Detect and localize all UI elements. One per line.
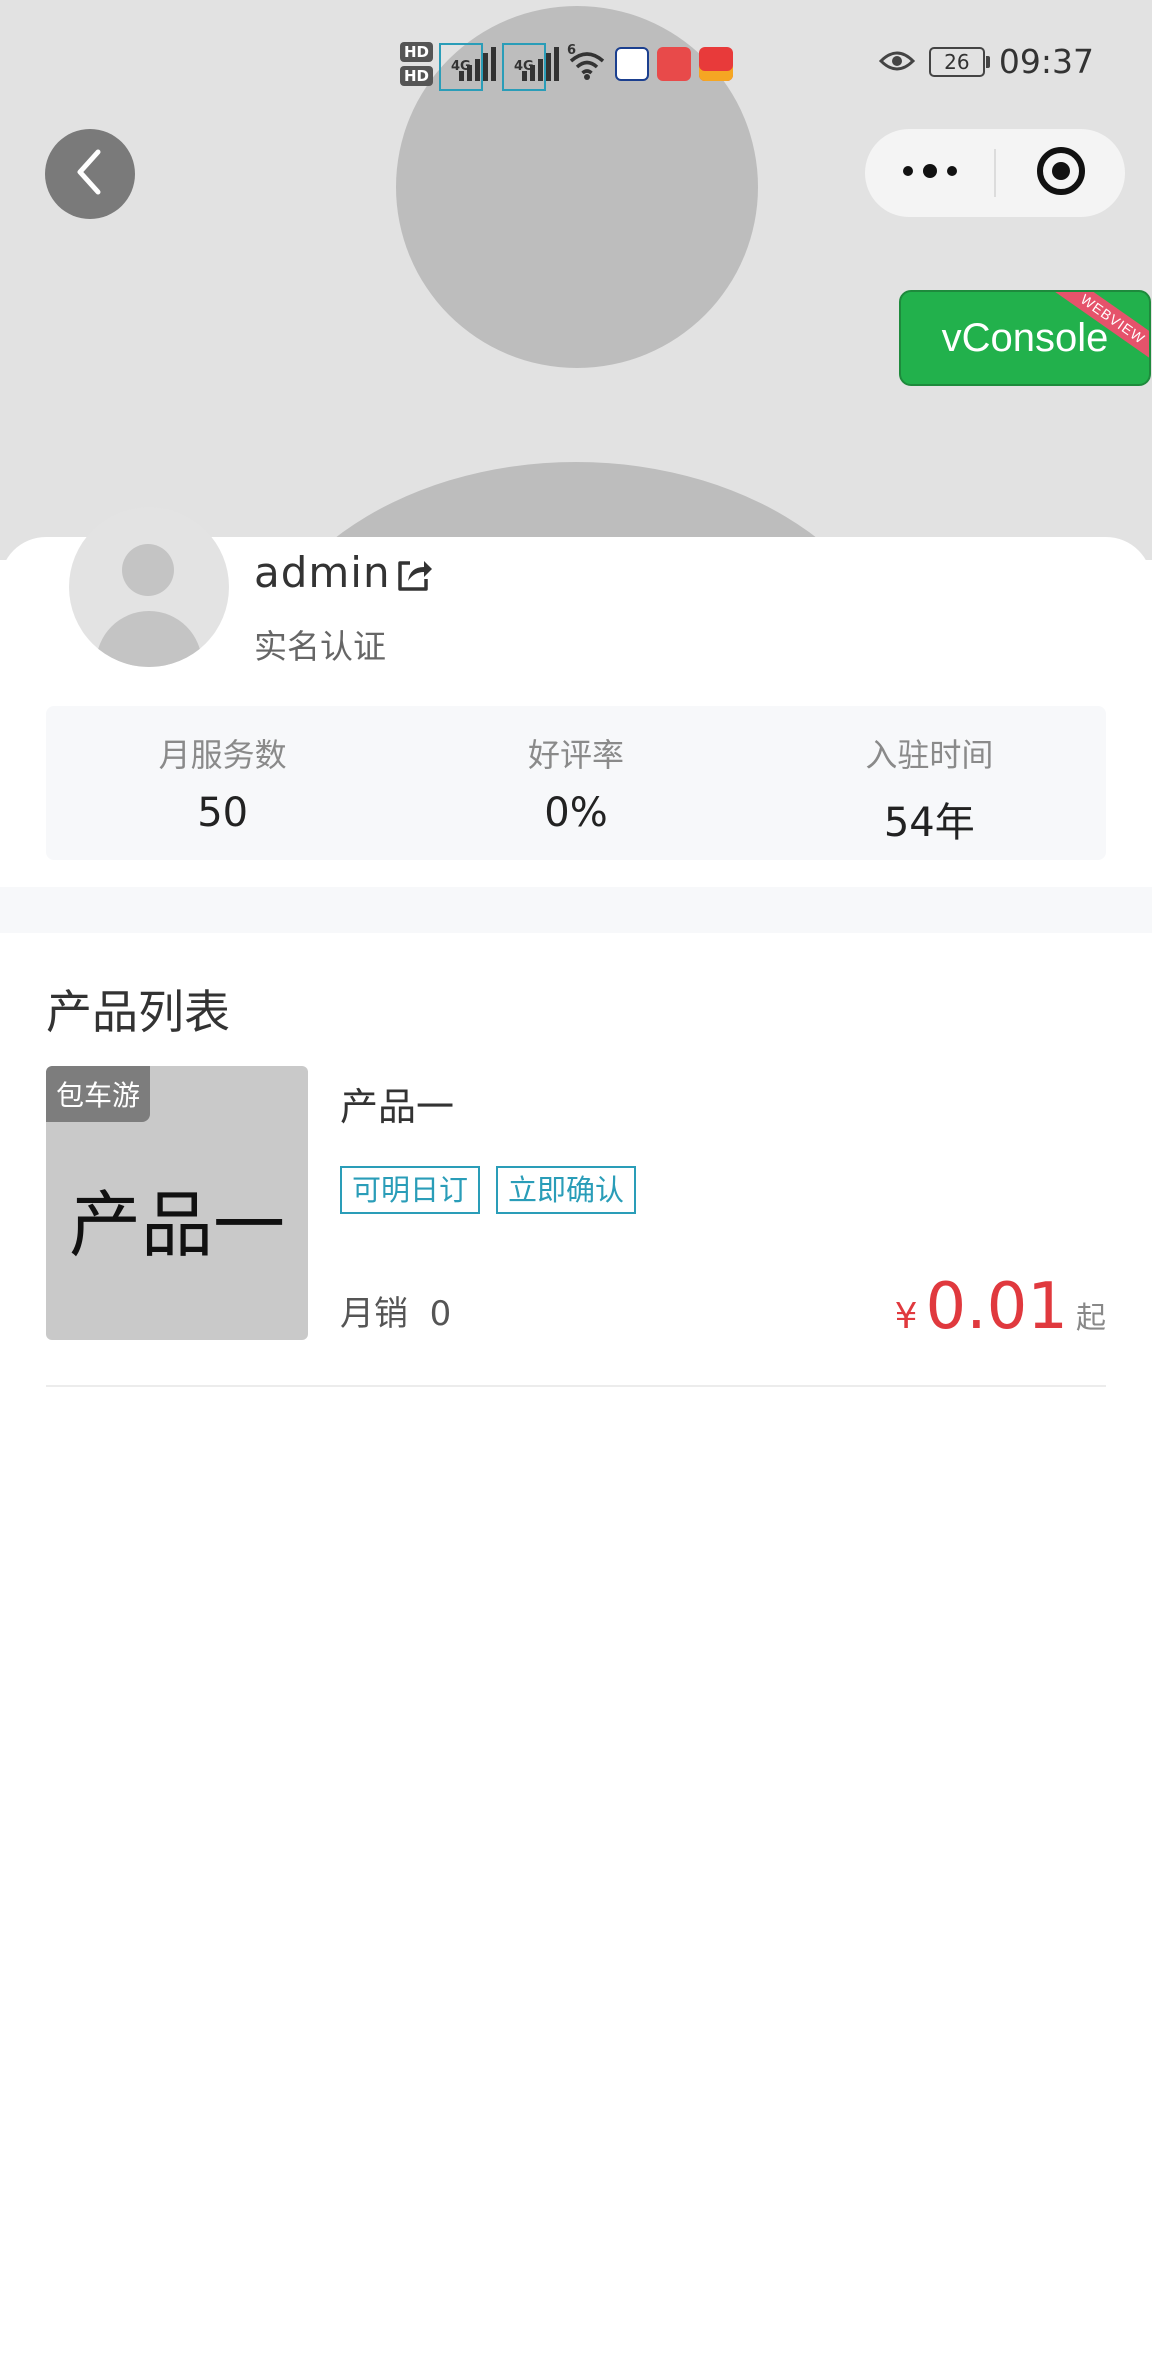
close-mini-program-button[interactable] (996, 129, 1125, 217)
product-tags: 可明日订 立即确认 (340, 1166, 637, 1214)
price-currency: ¥ (894, 1296, 918, 1337)
product-price: ¥ 0.01 起 (895, 1270, 1106, 1344)
hd2-badge: HD (400, 66, 434, 86)
stat-label: 月服务数 (158, 736, 287, 774)
back-button[interactable] (45, 129, 135, 219)
stat-monthly-services: 月服务数 50 (46, 706, 399, 860)
wifi-tag: 6 (567, 43, 577, 58)
more-dots-icon (902, 163, 958, 183)
avatar-head-shape (122, 544, 174, 596)
target-circle-icon (1035, 145, 1087, 201)
stat-join-time: 入驻时间 54年 (753, 706, 1106, 860)
more-menu-button[interactable] (865, 129, 994, 217)
battery-icon: 26 (928, 46, 990, 77)
product-tag: 立即确认 (496, 1166, 637, 1214)
signal-1-tag: 4G (439, 43, 483, 91)
product-name: 产品一 (340, 1085, 455, 1129)
signal-1-icon: 4G (439, 43, 497, 91)
signal-2-icon: 4G (502, 43, 560, 91)
product-tag: 可明日订 (340, 1166, 481, 1214)
hd1-badge: HD (400, 42, 434, 62)
stat-positive-rate: 好评率 0% (399, 706, 752, 860)
username: admin (254, 548, 391, 597)
huawei-notification-icon (657, 47, 692, 81)
avatar (69, 507, 229, 667)
signal-2-tag: 4G (502, 43, 546, 91)
share-icon (394, 561, 434, 599)
product-thumbnail: 包车游 产品一 (46, 1066, 308, 1340)
avatar-body-shape (96, 611, 202, 667)
price-amount: 0.01 (925, 1270, 1069, 1344)
wifi-icon: 6 (567, 43, 607, 81)
clock-time: 09:37 (998, 42, 1094, 81)
product-card[interactable]: 包车游 产品一 产品一 可明日订 立即确认 月销 0 ¥ 0.01 起 (46, 1066, 1106, 1386)
chevron-left-icon (70, 148, 110, 200)
eye-comfort-icon (878, 42, 916, 81)
vconsole-button[interactable]: vConsole WEBVIEW (899, 290, 1151, 386)
hd-indicators: HD HD (400, 42, 434, 86)
vconsole-label: vConsole (941, 315, 1109, 360)
status-bar-icons: HD HD 4G 4G 6 (400, 36, 734, 92)
share-button[interactable] (394, 555, 434, 595)
verification-status[interactable]: 实名认证 (254, 620, 386, 668)
app-notification-icon (615, 47, 650, 81)
stat-label: 好评率 (527, 736, 624, 774)
product-divider (46, 1385, 1106, 1387)
stat-value: 0% (544, 790, 608, 836)
mini-program-capsule (865, 129, 1125, 217)
product-thumbnail-text: 产品一 (68, 1183, 285, 1267)
section-separator (0, 887, 1152, 933)
stat-value: 50 (197, 790, 249, 836)
price-suffix: 起 (1076, 1301, 1106, 1336)
stat-label: 入驻时间 (865, 736, 994, 774)
monthly-sales: 月销 0 (340, 1294, 452, 1334)
status-bar-right: 26 09:37 (878, 42, 1094, 81)
app-store-notification-icon (699, 47, 734, 81)
product-list-title: 产品列表 (46, 985, 230, 1039)
stat-value: 54年 (883, 800, 975, 846)
product-category-tag: 包车游 (46, 1066, 151, 1122)
stats-panel: 月服务数 50 好评率 0% 入驻时间 54年 (46, 706, 1106, 860)
